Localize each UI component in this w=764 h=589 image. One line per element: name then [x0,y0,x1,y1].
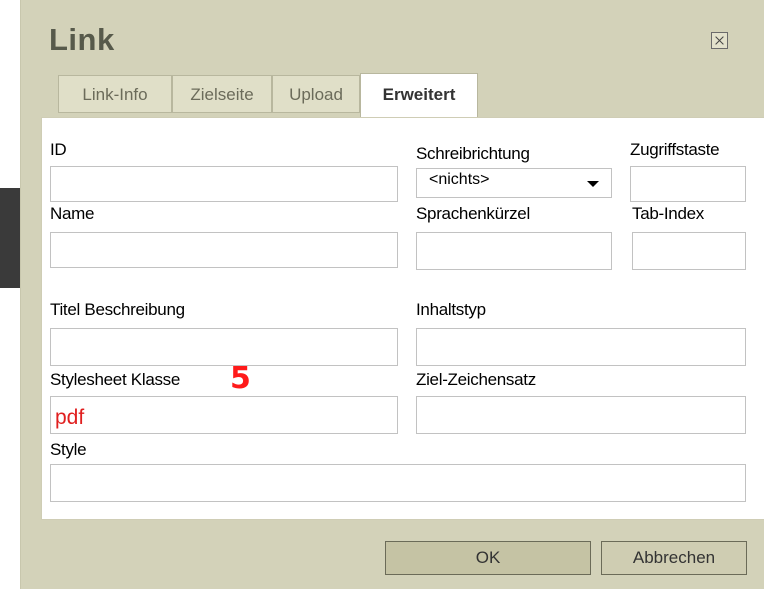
tab-index-input[interactable] [632,232,746,270]
schreibrichtung-label: Schreibrichtung [416,144,530,163]
tab-index-label: Tab-Index [632,204,704,223]
link-dialog: Link Link-Info Zielseite Upload Erweiter… [20,0,764,589]
annotation-marker: 5 [230,361,251,396]
tab-erweitert[interactable]: Erweitert [360,73,478,117]
tab-link-info[interactable]: Link-Info [58,75,172,113]
erweitert-panel: ID Schreibrichtung <nichts> Zugriffstast… [41,117,764,520]
dialog-title: Link [49,22,115,57]
id-input[interactable] [50,166,398,202]
sprachenkuerzel-label: Sprachenkürzel [416,204,530,223]
tab-upload[interactable]: Upload [272,75,360,113]
zugriffstaste-input[interactable] [630,166,746,202]
ziel-zeichensatz-input[interactable] [416,396,746,434]
inhaltstyp-input[interactable] [416,328,746,366]
zugriffstaste-label: Zugriffstaste [630,140,720,159]
tab-zielseite[interactable]: Zielseite [172,75,272,113]
cancel-button[interactable]: Abbrechen [601,541,747,575]
stylesheet-klasse-label: Stylesheet Klasse [50,370,181,389]
screen: Link Link-Info Zielseite Upload Erweiter… [0,0,764,589]
schreibrichtung-value: <nichts> [429,171,490,188]
ok-button[interactable]: OK [385,541,591,575]
name-label: Name [50,204,95,223]
background-window-edge [0,188,20,288]
stylesheet-klasse-input[interactable] [50,396,398,434]
schreibrichtung-select[interactable]: <nichts> [416,168,612,198]
ziel-zeichensatz-label: Ziel-Zeichensatz [416,370,536,389]
inhaltstyp-label: Inhaltstyp [416,300,486,319]
close-x-icon[interactable] [711,32,728,49]
style-input[interactable] [50,464,746,502]
titel-beschreibung-label: Titel Beschreibung [50,300,185,319]
id-label: ID [50,140,67,159]
chevron-down-icon [587,181,599,187]
style-label: Style [50,440,87,459]
name-input[interactable] [50,232,398,268]
titel-beschreibung-input[interactable] [50,328,398,366]
sprachenkuerzel-input[interactable] [416,232,612,270]
